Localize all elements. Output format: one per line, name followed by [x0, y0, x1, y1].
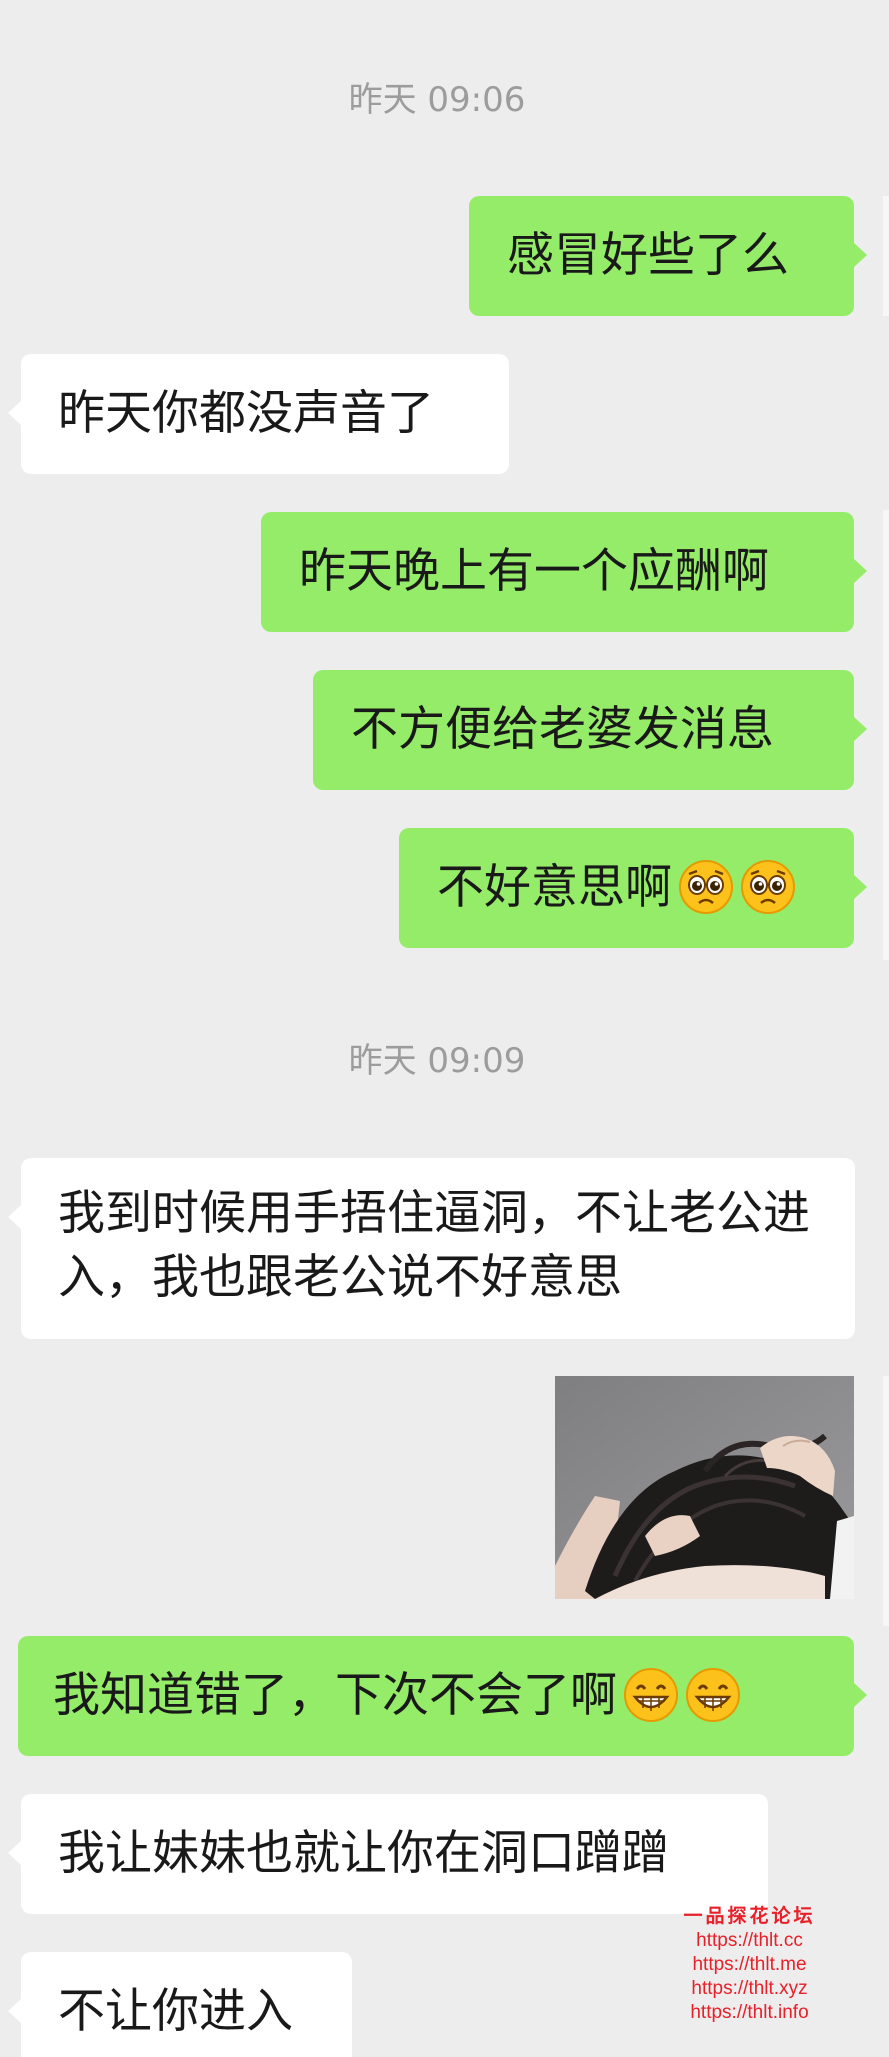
- pleading-face-emoji: [740, 859, 796, 915]
- message-text: 我到时候用手捂住逼洞，不让老公进入，我也跟老公说不好意思: [58, 1186, 810, 1305]
- message-bubble-outgoing[interactable]: 我知道错了，下次不会了啊: [18, 1636, 867, 1756]
- message-text: 我让妹妹也就让你在洞口蹭蹭: [58, 1826, 669, 1881]
- message-text: 感冒好些了么: [507, 228, 789, 283]
- grinning-face-emoji: [623, 1667, 679, 1723]
- scratching-head-photo[interactable]: [555, 1376, 854, 1599]
- message-bubble-incoming[interactable]: 不让你进入: [8, 1952, 352, 2057]
- edge-strip: [883, 510, 889, 960]
- message-bubble-outgoing[interactable]: 不方便给老婆发消息: [313, 670, 867, 790]
- message-text: 昨天晚上有一个应酬啊: [299, 544, 769, 599]
- watermark-url: https://thlt.me: [692, 1954, 807, 1975]
- message-text: 不方便给老婆发消息: [351, 702, 774, 757]
- message-bubble-outgoing[interactable]: 感冒好些了么: [469, 196, 867, 316]
- message-bubble-incoming[interactable]: 我到时候用手捂住逼洞，不让老公进入，我也跟老公说不好意思: [8, 1158, 855, 1339]
- message-text: 我知道错了，下次不会了啊: [53, 1668, 617, 1723]
- watermark: 一品探花论坛 https://thlt.cc https://thlt.me h…: [662, 1903, 837, 2025]
- pleading-face-emoji: [678, 859, 734, 915]
- edge-strip: [883, 1376, 889, 1626]
- watermark-title: 一品探花论坛: [683, 1905, 816, 1927]
- message-bubble-outgoing[interactable]: 昨天晚上有一个应酬啊: [261, 512, 867, 632]
- timestamp: 昨天 09:06: [348, 80, 526, 120]
- timestamp: 昨天 09:09: [348, 1041, 526, 1081]
- message-text: 昨天你都没声音了: [58, 386, 434, 441]
- message-bubble-incoming[interactable]: 昨天你都没声音了: [8, 354, 509, 474]
- grinning-face-emoji: [685, 1667, 741, 1723]
- watermark-url: https://thlt.cc: [696, 1930, 803, 1951]
- watermark-url: https://thlt.info: [690, 2002, 809, 2023]
- edge-strip: [883, 196, 889, 316]
- message-bubble-incoming[interactable]: 我让妹妹也就让你在洞口蹭蹭: [8, 1794, 768, 1914]
- message-bubble-outgoing[interactable]: 不好意思啊: [399, 828, 867, 948]
- watermark-url: https://thlt.xyz: [691, 1978, 808, 1999]
- chat-screen: 昨天 09:06 感冒好些了么 昨天你都没声音了 昨天晚上有一个应酬啊 不方便给…: [0, 0, 889, 2057]
- message-text: 不让你进入: [58, 1984, 293, 2039]
- message-text: 不好意思啊: [437, 860, 672, 915]
